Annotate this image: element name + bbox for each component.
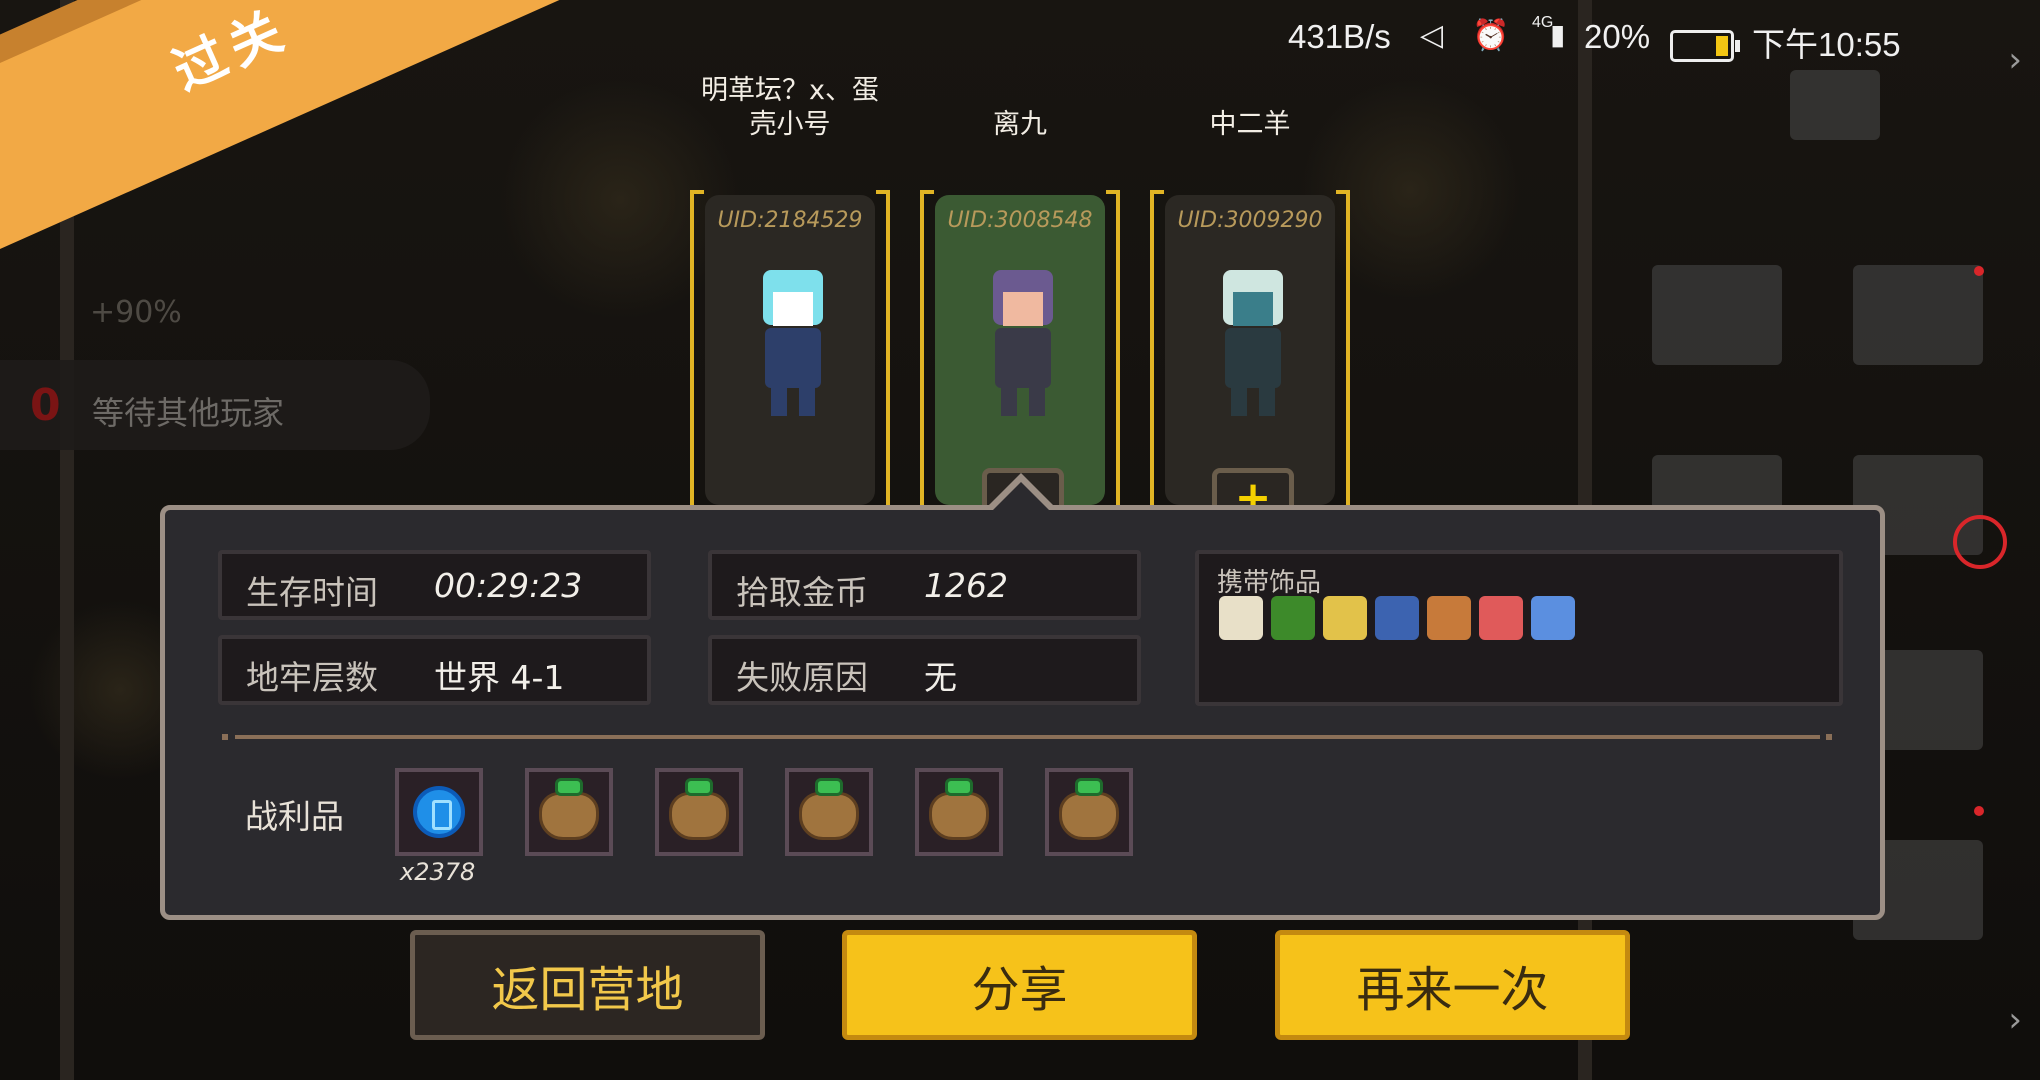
chat-bubble-icon[interactable] xyxy=(1790,70,1880,140)
accessories-title: 携带饰品 xyxy=(1217,568,1322,598)
officer-icon xyxy=(975,270,1070,430)
player-uid: UID:3009290 xyxy=(1177,208,1323,233)
battery-icon xyxy=(1670,30,1740,62)
survival-time-stat: 生存时间 00:29:23 xyxy=(218,550,651,620)
seed-bag-icon xyxy=(799,792,859,840)
card-frame xyxy=(876,190,890,514)
loot-slot[interactable] xyxy=(1045,768,1133,856)
stat-value: 世界 4-1 xyxy=(434,658,565,697)
network-speed: 431B/s xyxy=(1288,18,1391,55)
loot-slot[interactable] xyxy=(525,768,613,856)
seed-bag-icon xyxy=(1059,792,1119,840)
vest-icon[interactable] xyxy=(1427,596,1471,640)
seed-bag-tie xyxy=(555,778,583,796)
player-card[interactable]: 中二羊 UID:3009290 + xyxy=(1150,70,1350,532)
share-button[interactable]: 分享 xyxy=(842,930,1197,1040)
player-card[interactable]: 明革坛？x、蛋壳小号 UID:2184529 xyxy=(690,70,890,514)
green-card-icon[interactable] xyxy=(1271,596,1315,640)
loot-slot[interactable] xyxy=(785,768,873,856)
card-frame xyxy=(690,190,704,514)
divider-dot xyxy=(1826,734,1832,740)
notification-dot xyxy=(1974,806,1984,816)
seed-bag-tie xyxy=(685,778,713,796)
waiting-count: 0 xyxy=(30,380,61,431)
stat-label: 地牢层数 xyxy=(246,658,378,697)
signal-icon: ▮ xyxy=(1550,19,1566,50)
mute-icon: ◁ xyxy=(1420,19,1444,52)
notification-dot xyxy=(1974,266,1984,276)
card-frame xyxy=(920,190,934,514)
chevron-right-icon[interactable]: › xyxy=(2008,1000,2022,1040)
record-icon[interactable] xyxy=(1953,515,2007,569)
return-camp-button[interactable]: 返回营地 xyxy=(410,930,765,1040)
priest-icon xyxy=(1205,270,1300,430)
card-frame xyxy=(1150,190,1164,514)
emote-face-icon[interactable] xyxy=(1853,265,1983,365)
seed-bag-icon xyxy=(929,792,989,840)
seed-bag-icon xyxy=(669,792,729,840)
seed-bag-tie xyxy=(815,778,843,796)
stat-value: 00:29:23 xyxy=(434,566,583,605)
player-card[interactable]: 离九 UID:3008548 + xyxy=(920,70,1120,532)
divider xyxy=(235,735,1820,739)
player-name: 明革坛？x、蛋壳小号 xyxy=(701,75,879,140)
blue-ring-icon[interactable] xyxy=(1531,596,1575,640)
panel-pointer-inner xyxy=(992,482,1050,511)
stat-label: 生存时间 xyxy=(246,573,378,612)
ice-princess-icon xyxy=(745,270,840,430)
player-name: 离九 xyxy=(993,109,1047,140)
player-name: 中二羊 xyxy=(1209,109,1291,140)
stat-value: 无 xyxy=(924,658,957,697)
seed-bag-tie xyxy=(945,778,973,796)
card-frame xyxy=(1336,190,1350,514)
floor-stat: 地牢层数 世界 4-1 xyxy=(218,635,651,705)
emote-thumb-icon[interactable] xyxy=(1652,265,1782,365)
stat-label: 拾取金币 xyxy=(736,573,868,612)
bonus-percent: +90% xyxy=(90,295,182,330)
battery-percent: 20% xyxy=(1584,18,1651,55)
accessories-box: 携带饰品 xyxy=(1195,550,1843,706)
waiting-text: 等待其他玩家 xyxy=(92,394,285,432)
stat-label: 失败原因 xyxy=(736,658,868,697)
card-frame xyxy=(1106,190,1120,514)
accessories-list xyxy=(1219,596,1575,640)
loot-slot[interactable] xyxy=(395,768,483,856)
fail-reason-stat: 失败原因 无 xyxy=(708,635,1141,705)
energy-orb-icon xyxy=(413,786,465,838)
gold-watch-icon[interactable] xyxy=(1323,596,1367,640)
loot-count: x2378 xyxy=(400,858,476,886)
clock: 下午10:55 xyxy=(1752,26,1901,63)
divider-dot xyxy=(222,734,228,740)
chevron-right-icon[interactable]: › xyxy=(2008,40,2022,80)
seed-bag-icon xyxy=(539,792,599,840)
stat-value: 1262 xyxy=(924,566,1008,605)
loot-slot[interactable] xyxy=(915,768,1003,856)
seed-bag-tie xyxy=(1075,778,1103,796)
gold-stat: 拾取金币 1262 xyxy=(708,550,1141,620)
alarm-icon: ⏰ xyxy=(1472,19,1510,52)
play-again-button[interactable]: 再来一次 xyxy=(1275,930,1630,1040)
player-uid: UID:3008548 xyxy=(947,208,1093,233)
loot-label: 战利品 xyxy=(245,797,344,836)
horn-icon[interactable] xyxy=(1219,596,1263,640)
loot-slot[interactable] xyxy=(655,768,743,856)
blue-potion-icon[interactable] xyxy=(1375,596,1419,640)
player-uid: UID:2184529 xyxy=(717,208,863,233)
red-gem-icon[interactable] xyxy=(1479,596,1523,640)
